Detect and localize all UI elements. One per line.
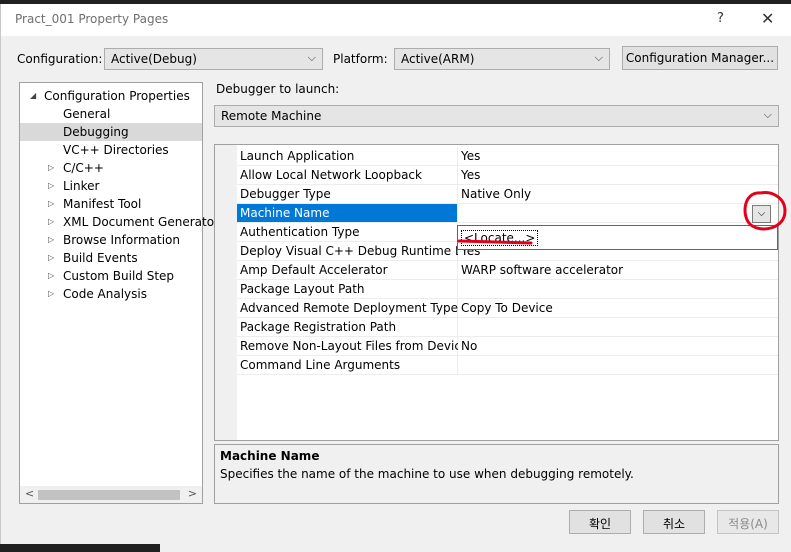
configuration-select[interactable]: Active(Debug) ⌵ xyxy=(104,48,323,70)
tree-item-configuration-properties[interactable]: ◢ Configuration Properties xyxy=(20,87,202,105)
debugger-value: Remote Machine xyxy=(221,109,322,123)
property-grid[interactable]: Launch Application Yes Allow Local Netwo… xyxy=(214,144,787,441)
annotation-circle xyxy=(743,191,787,231)
chevron-down-icon: ⌵ xyxy=(763,108,772,121)
expand-triangle-icon[interactable]: ▷ xyxy=(48,289,54,298)
tree-item-xml-document-generator[interactable]: ▷ XML Document Generator xyxy=(20,213,219,231)
expand-triangle-icon[interactable]: ▷ xyxy=(48,163,54,172)
tree-item-general[interactable]: General xyxy=(20,105,202,123)
tree-item-debugging[interactable]: Debugging xyxy=(20,123,202,141)
tree-item-code-analysis[interactable]: ▷ Code Analysis xyxy=(20,285,202,303)
description-panel: Machine Name Specifies the name of the m… xyxy=(214,444,779,504)
ok-button[interactable]: 확인 xyxy=(569,510,631,534)
tree-item-label: General xyxy=(63,107,111,121)
annotation-underline xyxy=(457,239,533,245)
debugger-label: Debugger to launch: xyxy=(216,82,340,96)
tree-item-label: Build Events xyxy=(63,251,138,265)
platform-value: Active(ARM) xyxy=(401,52,475,66)
scrollbar-thumb[interactable] xyxy=(38,490,180,500)
tree-item-build-events[interactable]: ▷ Build Events xyxy=(20,249,202,267)
title-bar: Pract_001 Property Pages ? ✕ xyxy=(1,4,791,36)
tree-item-browse-information[interactable]: ▷ Browse Information xyxy=(20,231,202,249)
expand-triangle-icon[interactable]: ▷ xyxy=(48,217,54,226)
configuration-value: Active(Debug) xyxy=(111,52,197,66)
collapse-triangle-icon[interactable]: ◢ xyxy=(30,91,36,100)
property-pages-dialog: Pract_001 Property Pages ? ✕ Configurati… xyxy=(0,4,791,552)
debugger-select[interactable]: Remote Machine ⌵ xyxy=(214,105,779,127)
tree-item-vc-directories[interactable]: VC++ Directories xyxy=(20,141,202,159)
description-text: Specifies the name of the machine to use… xyxy=(220,467,634,481)
expand-triangle-icon[interactable]: ▷ xyxy=(48,235,54,244)
cancel-button[interactable]: 취소 xyxy=(643,510,705,534)
description-title: Machine Name xyxy=(220,449,320,463)
platform-label: Platform: xyxy=(333,52,388,66)
tree-item-label: Manifest Tool xyxy=(63,197,142,211)
expand-triangle-icon[interactable]: ▷ xyxy=(48,181,54,190)
tree-item-custom-build-step[interactable]: ▷ Custom Build Step xyxy=(20,267,202,285)
close-button[interactable]: ✕ xyxy=(761,9,774,28)
desktop-bottom-strip xyxy=(0,544,160,552)
tree-item-linker[interactable]: ▷ Linker xyxy=(20,177,202,195)
tree-item-label: Custom Build Step xyxy=(63,269,175,283)
tree-item-manifest-tool[interactable]: ▷ Manifest Tool xyxy=(20,195,202,213)
tree-item-label: XML Document Generator xyxy=(63,215,219,229)
tree-item-c-cpp[interactable]: ▷ C/C++ xyxy=(20,159,202,177)
annotation-marks xyxy=(457,191,787,245)
tree-item-label: C/C++ xyxy=(63,161,104,175)
scroll-left-icon[interactable]: < xyxy=(25,487,34,500)
apply-button[interactable]: 적용(A) xyxy=(717,510,779,534)
window-title: Pract_001 Property Pages xyxy=(15,12,169,26)
configuration-manager-button[interactable]: Configuration Manager... xyxy=(622,46,778,70)
tree-horizontal-scrollbar[interactable]: < > xyxy=(20,486,202,503)
platform-select[interactable]: Active(ARM) ⌵ xyxy=(394,48,610,70)
property-tree[interactable]: ◢ Configuration Properties General Debug… xyxy=(19,82,219,504)
configuration-label: Configuration: xyxy=(17,52,103,66)
expand-triangle-icon[interactable]: ▷ xyxy=(48,253,54,262)
tree-item-label: Configuration Properties xyxy=(44,89,190,103)
tree-item-label: Code Analysis xyxy=(63,287,147,301)
tree-item-label: VC++ Directories xyxy=(63,143,169,157)
chevron-down-icon: ⌵ xyxy=(307,51,316,64)
tree-item-label: Debugging xyxy=(63,125,129,139)
scroll-right-icon[interactable]: > xyxy=(188,487,197,500)
tree-item-label: Linker xyxy=(63,179,100,193)
expand-triangle-icon[interactable]: ▷ xyxy=(48,271,54,280)
help-button[interactable]: ? xyxy=(717,11,724,26)
expand-triangle-icon[interactable]: ▷ xyxy=(48,199,54,208)
tree-item-label: Browse Information xyxy=(63,233,180,247)
chevron-down-icon: ⌵ xyxy=(594,51,603,64)
